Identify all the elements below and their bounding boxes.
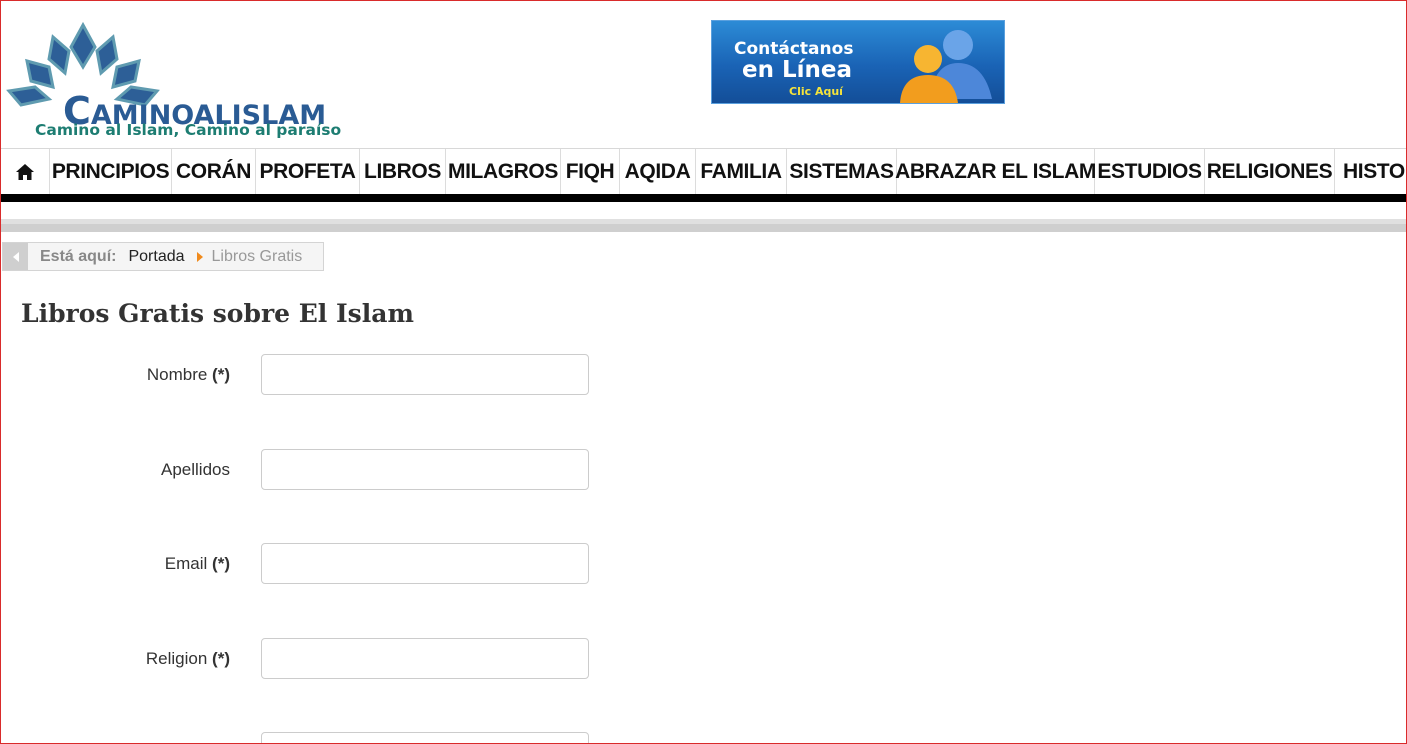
nav-item-profeta[interactable]: PROFETA: [256, 149, 360, 195]
form-row-next: [1, 732, 601, 743]
banner-click-label: Clic Aquí: [789, 85, 843, 98]
nav-item-label: AQIDA: [624, 160, 691, 183]
nav-item-label: ABRAZAR EL ISLAM: [895, 160, 1096, 183]
religion-input[interactable]: [261, 638, 589, 679]
home-icon: [16, 164, 34, 180]
nombre-label: Nombre (*): [147, 365, 230, 385]
nav-item-label: PROFETA: [259, 160, 356, 183]
religion-label-text: Religion: [145, 649, 208, 668]
breadcrumb-home-link[interactable]: Portada: [128, 248, 184, 266]
nav-item-label: ESTUDIOS: [1097, 160, 1202, 183]
nav-item-coran[interactable]: CORÁN: [172, 149, 256, 195]
page-title: Libros Gratis sobre El Islam: [21, 299, 414, 328]
religion-label: Religion (*): [146, 649, 230, 669]
form-row-email: Email (*): [1, 543, 601, 585]
breadcrumb-separator-icon: [196, 251, 203, 262]
page-frame: CAMINOALISLAM Camino al Islam, Camino al…: [0, 0, 1407, 744]
form-row-religion: Religion (*): [1, 638, 601, 680]
nav-item-libros[interactable]: LIBROS: [360, 149, 446, 195]
nav-item-principios[interactable]: PRINCIPIOS: [50, 149, 172, 195]
nav-item-abrazar-el-islam[interactable]: ABRAZAR EL ISLAM: [895, 149, 1096, 195]
breadcrumb-here-label: Está aquí:: [40, 247, 117, 265]
nombre-input[interactable]: [261, 354, 589, 395]
email-input[interactable]: [261, 543, 589, 584]
required-marker: (*): [212, 365, 230, 384]
nav-home[interactable]: [1, 149, 50, 195]
nav-item-label: RELIGIONES: [1206, 160, 1333, 183]
divider-dark: [1, 224, 1406, 232]
email-label-text: Email: [164, 554, 208, 573]
email-label: Email (*): [165, 554, 230, 574]
required-marker: (*): [212, 649, 230, 668]
nav-item-familia[interactable]: FAMILIA: [696, 149, 787, 195]
nav-item-estudios[interactable]: ESTUDIOS: [1095, 149, 1205, 195]
banner-line-2: en Línea: [742, 57, 853, 83]
nav-item-label: FIQH: [565, 160, 615, 183]
form-row-nombre: Nombre (*): [1, 354, 601, 396]
nav-item-historia[interactable]: HISTOR: [1335, 149, 1406, 195]
required-marker: (*): [212, 554, 230, 573]
site-logo[interactable]: CAMINOALISLAM Camino al Islam, Camino al…: [3, 21, 373, 143]
nav-item-label: LIBROS: [364, 160, 441, 183]
nav-item-label: HISTOR: [1343, 160, 1406, 183]
nav-item-fiqh[interactable]: FIQH: [561, 149, 620, 195]
banner-line-1: Contáctanos: [734, 39, 854, 59]
people-icon: [900, 30, 992, 103]
main-nav: PRINCIPIOS CORÁN PROFETA LIBROS MILAGROS…: [1, 148, 1406, 195]
breadcrumb: Está aquí: Portada Libros Gratis: [2, 242, 324, 271]
nav-item-label: FAMILIA: [700, 160, 782, 183]
apellidos-label-text: Apellidos: [161, 460, 230, 479]
breadcrumb-current: Libros Gratis: [211, 247, 303, 265]
nav-item-label: PRINCIPIOS: [51, 160, 170, 183]
nav-item-religiones[interactable]: RELIGIONES: [1205, 149, 1335, 195]
nav-item-sistemas[interactable]: SISTEMAS: [787, 149, 897, 195]
apellidos-label: Apellidos: [161, 460, 230, 480]
next-field-input[interactable]: [261, 732, 589, 743]
caret-left-icon: [12, 251, 19, 262]
contact-online-banner[interactable]: Contáctanos en Línea Clic Aquí: [711, 20, 1005, 104]
nombre-label-text: Nombre: [146, 365, 208, 384]
apellidos-input[interactable]: [261, 449, 589, 490]
form-row-apellidos: Apellidos: [1, 449, 601, 491]
nav-item-aqida[interactable]: AQIDA: [620, 149, 696, 195]
nav-item-label: CORÁN: [176, 160, 251, 183]
breadcrumb-back[interactable]: [3, 243, 28, 270]
nav-item-label: MILAGROS: [448, 160, 558, 183]
nav-item-label: SISTEMAS: [789, 160, 894, 183]
logo-tagline: Camino al Islam, Camino al paraíso: [35, 121, 342, 139]
nav-underline: [1, 194, 1406, 202]
nav-item-milagros[interactable]: MILAGROS: [446, 149, 561, 195]
